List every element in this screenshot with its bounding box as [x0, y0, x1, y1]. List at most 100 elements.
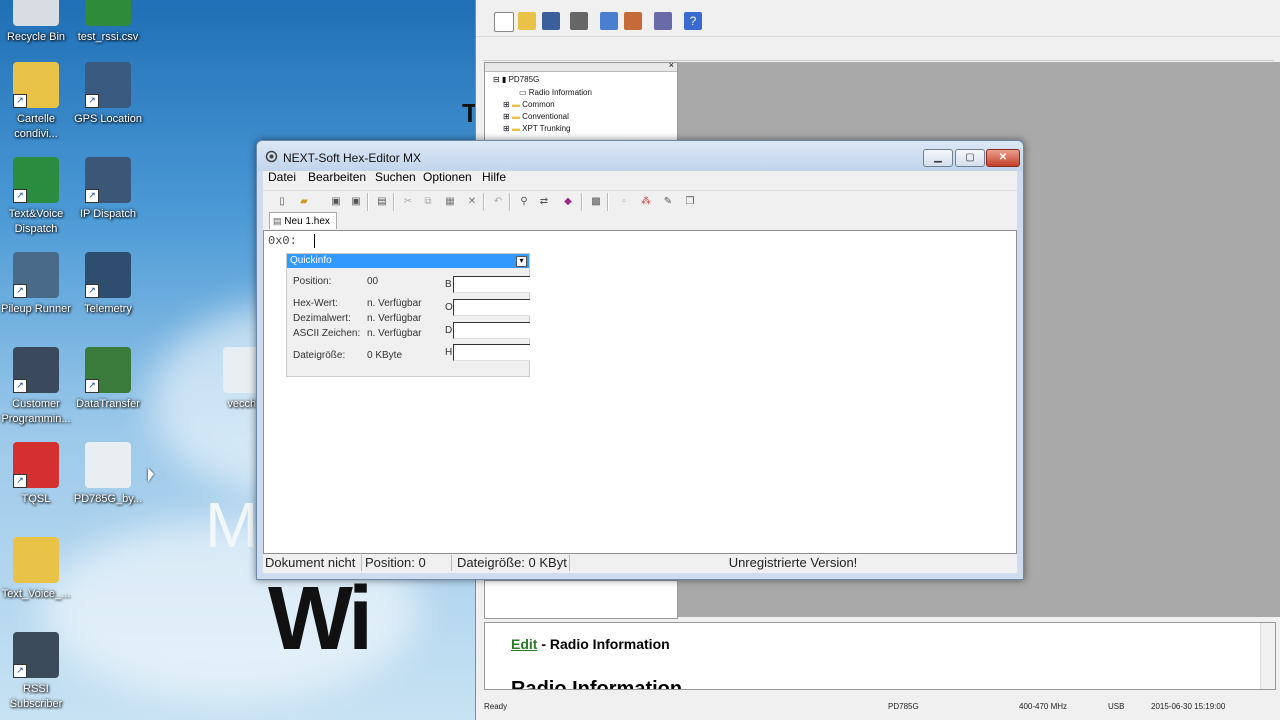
- info-icon[interactable]: ❐: [683, 195, 697, 209]
- app-icon: [85, 442, 131, 488]
- toolbar-separator: [367, 193, 369, 211]
- desktop-icon-label: Cartelle condivi...: [14, 113, 58, 140]
- find-icon[interactable]: ⚲: [517, 195, 531, 209]
- desktop-icon[interactable]: ↗ Pileup Runner: [0, 252, 76, 317]
- tree-item-label: Common: [522, 100, 555, 109]
- hex-editor-area[interactable]: 0x0: Quickinfo ▾ Position: 00 Hex-Wert: …: [263, 230, 1017, 554]
- desktop-icon-label: GPS Location: [74, 113, 142, 125]
- desktop-icon-label: Pileup Runner: [1, 303, 71, 315]
- cut-icon[interactable]: ✂: [401, 195, 415, 209]
- save-icon[interactable]: ▣: [329, 195, 343, 209]
- desktop-icon[interactable]: ↗ TQSL: [0, 442, 76, 507]
- hex-field[interactable]: [453, 344, 530, 361]
- delete-icon[interactable]: ✕: [465, 195, 479, 209]
- desktop-icon[interactable]: Recycle Bin: [0, 0, 76, 45]
- copy-icon[interactable]: ⧉: [421, 195, 435, 209]
- title-bar[interactable]: NEXT-Soft Hex-Editor MX ▁ ▢ ✕: [257, 141, 1023, 171]
- minimize-button[interactable]: ▁: [923, 149, 953, 167]
- bookmark-icon[interactable]: ◆: [561, 195, 575, 209]
- save-all-icon[interactable]: ▣: [349, 195, 363, 209]
- desktop-icon[interactable]: ↗ Telemetry: [68, 252, 148, 317]
- new-file-icon[interactable]: [494, 12, 514, 32]
- menu-optionen[interactable]: Optionen: [423, 171, 472, 184]
- menu-suchen[interactable]: Suchen: [375, 171, 416, 184]
- decimal-letter: D: [445, 325, 453, 336]
- hex-editor-app-icon: [265, 150, 278, 163]
- octal-field[interactable]: [453, 299, 530, 316]
- status-model: PD785G: [888, 702, 919, 711]
- menu-datei[interactable]: Datei: [268, 171, 296, 184]
- tree-panel-header: ×: [485, 60, 677, 72]
- write-radio-icon[interactable]: [624, 12, 642, 30]
- app-icon: ↗: [13, 157, 59, 203]
- status-ready: Ready: [484, 702, 508, 711]
- shortcut-arrow-icon: ↗: [13, 379, 27, 393]
- replace-icon[interactable]: ⇄: [537, 195, 551, 209]
- open-folder-icon[interactable]: [518, 12, 536, 30]
- tree-item-common[interactable]: ⊞ ▬ Common: [503, 100, 555, 109]
- edit-document-icon[interactable]: ✎: [661, 195, 675, 209]
- read-radio-icon[interactable]: [600, 12, 618, 30]
- print-icon[interactable]: ▤: [375, 195, 389, 209]
- tree-root[interactable]: ⊟ ▮ PD785G: [493, 75, 539, 84]
- close-button[interactable]: ✕: [986, 149, 1020, 167]
- desktop-icon[interactable]: ↗ DataTransfer: [68, 347, 148, 412]
- tree-item-radio-information[interactable]: ▭ Radio Information: [519, 88, 592, 97]
- filesize-value: 0 KByte: [367, 350, 403, 361]
- save-icon[interactable]: [542, 12, 560, 30]
- desktop-icon[interactable]: PD785G_by...: [68, 442, 148, 507]
- doc-scrollbar[interactable]: [1260, 623, 1275, 689]
- tools-icon[interactable]: ⁂: [639, 195, 653, 209]
- desktop-icon[interactable]: ↗ Text&Voice Dispatch: [0, 157, 76, 237]
- binary-letter: B: [445, 279, 452, 290]
- app-icon: ↗: [85, 252, 131, 298]
- undo-icon[interactable]: ↶: [491, 195, 505, 209]
- ascii-value: n. Verfügbar: [367, 328, 422, 339]
- transfer-icon[interactable]: [654, 12, 672, 30]
- document-tabs: ▤ Neu 1.hex: [263, 212, 1017, 230]
- open-folder-icon[interactable]: ▰: [297, 195, 311, 209]
- desktop-icon[interactable]: ↗ IP Dispatch: [68, 157, 148, 222]
- maximize-button[interactable]: ▢: [955, 149, 985, 167]
- tree-item-label: Radio Information: [528, 88, 592, 97]
- desktop-icon[interactable]: ↗ GPS Location: [68, 62, 148, 127]
- hex-toolbar: ▯ ▰ ▣ ▣ ▤ ✂ ⧉ ▦ ✕ ↶ ⚲ ⇄ ◆ ▩ ▫ ⁂ ✎ ❐: [263, 190, 1017, 213]
- collapse-icon[interactable]: ▾: [516, 256, 527, 267]
- desktop-icon[interactable]: ↗ Cartelle condivi...: [0, 62, 76, 142]
- toolbar-separator: [581, 193, 583, 211]
- app-icon: [13, 0, 59, 26]
- tree-item-xpt-trunking[interactable]: ⊞ ▬ XPT Trunking: [503, 124, 571, 133]
- menu-hilfe[interactable]: Hilfe: [482, 171, 506, 184]
- hex-editor-client: Datei Bearbeiten Suchen Optionen Hilfe ▯…: [263, 171, 1017, 573]
- desktop-icon-label: IP Dispatch: [79, 208, 137, 220]
- menu-bar: Datei Bearbeiten Suchen Optionen Hilfe: [263, 171, 1017, 191]
- app-icon: ↗: [13, 252, 59, 298]
- print-icon[interactable]: [570, 12, 588, 30]
- quickinfo-panel: Quickinfo ▾ Position: 00 Hex-Wert: n. Ve…: [286, 253, 530, 377]
- hex-editor-window[interactable]: NEXT-Soft Hex-Editor MX ▁ ▢ ✕ Datei Bear…: [256, 140, 1024, 580]
- binary-field[interactable]: [453, 276, 530, 293]
- toolbar-separator: [509, 193, 511, 211]
- app-icon: ↗: [85, 347, 131, 393]
- status-datetime: 2015-06-30 15:19:00: [1151, 702, 1226, 711]
- position-value: 00: [367, 276, 379, 287]
- decimal-field[interactable]: [453, 322, 530, 339]
- window-icon[interactable]: ▫: [617, 195, 631, 209]
- settings-icon[interactable]: ▩: [589, 195, 603, 209]
- desktop-icon[interactable]: ↗ RSSI Subscriber: [0, 632, 76, 712]
- desktop-icon[interactable]: Text_Voice_...: [0, 537, 76, 602]
- paste-icon[interactable]: ▦: [443, 195, 457, 209]
- menu-bearbeiten[interactable]: Bearbeiten: [308, 171, 366, 184]
- desktop-icon[interactable]: ↗ Customer Programmin...: [0, 347, 76, 427]
- tab-neu-1-hex[interactable]: ▤ Neu 1.hex: [269, 212, 337, 229]
- tree-item-label: Conventional: [522, 112, 569, 121]
- new-file-icon[interactable]: ▯: [275, 195, 289, 209]
- shortcut-arrow-icon: ↗: [85, 189, 99, 203]
- tree-item-conventional[interactable]: ⊞ ▬ Conventional: [503, 112, 569, 121]
- desktop-icon[interactable]: test_rssi.csv: [68, 0, 148, 45]
- close-icon[interactable]: ×: [669, 60, 674, 70]
- text-caret: [314, 234, 315, 248]
- shortcut-arrow-icon: ↗: [85, 284, 99, 298]
- help-icon[interactable]: ?: [684, 12, 702, 30]
- edit-link[interactable]: Edit: [511, 636, 537, 652]
